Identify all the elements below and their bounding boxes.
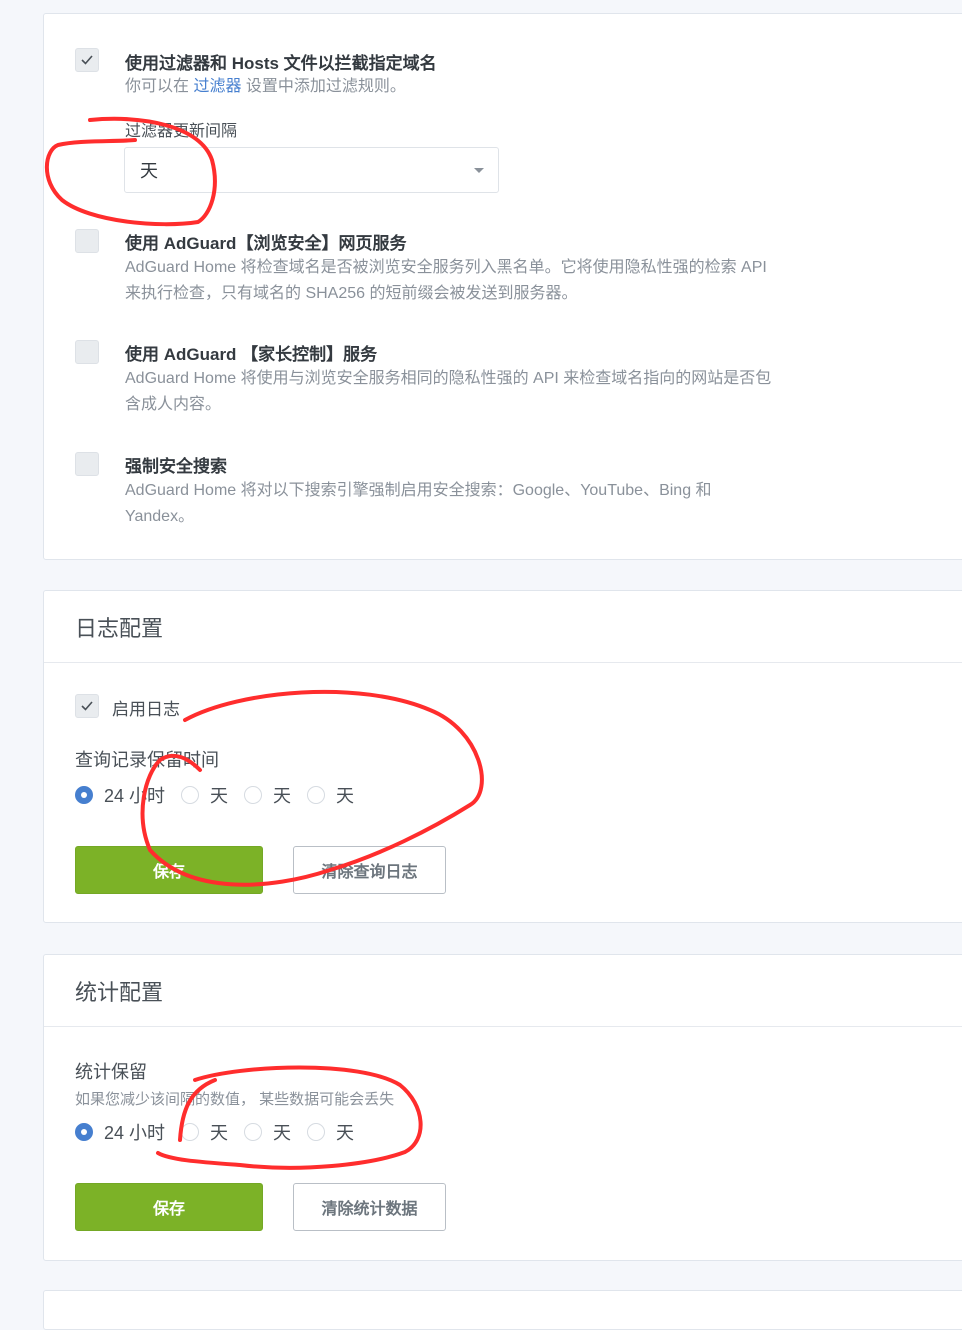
- radio-label: 天: [210, 786, 229, 806]
- filters-option-title: 使用过滤器和 Hosts 文件以拦截指定域名: [125, 54, 437, 73]
- stats-config-header: 统计配置: [44, 955, 962, 1027]
- radio-label: 天: [336, 1123, 355, 1143]
- log-retention-option-3[interactable]: 天: [244, 782, 291, 808]
- log-config-card: 日志配置 启用日志 查询记录保留时间 24 小时 天 天 天 保存 清除查询日志: [43, 590, 962, 923]
- log-retention-label: 查询记录保留时间: [75, 750, 219, 770]
- filtering-settings-card: 使用过滤器和 Hosts 文件以拦截指定域名 你可以在 过滤器 设置中添加过滤规…: [43, 13, 962, 560]
- stats-retention-note: 如果您减少该间隔的数值， 某些数据可能会丢失: [75, 1091, 395, 1108]
- safesearch-checkbox[interactable]: [75, 452, 99, 476]
- log-config-header: 日志配置: [44, 591, 962, 663]
- clear-stats-button[interactable]: 清除统计数据: [293, 1183, 446, 1231]
- update-interval-value: 天: [140, 161, 158, 181]
- radio-icon: [244, 786, 263, 804]
- stats-retention-label: 统计保留: [75, 1062, 147, 1082]
- parental-option-title: 使用 AdGuard 【家长控制】服务: [125, 345, 378, 364]
- radio-checked-icon: [75, 1123, 93, 1141]
- radio-label: 24 小时: [104, 786, 166, 806]
- stats-retention-radio-group: 24 小时 天 天 天: [75, 1119, 370, 1145]
- clear-query-log-button[interactable]: 清除查询日志: [293, 846, 446, 894]
- parental-checkbox[interactable]: [75, 340, 99, 364]
- enable-log-label: 启用日志: [112, 700, 180, 719]
- filters-option-desc: 你可以在 过滤器 设置中添加过滤规则。: [125, 74, 775, 100]
- stats-retention-option-2[interactable]: 天: [181, 1119, 228, 1145]
- filters-settings-link[interactable]: 过滤器: [193, 78, 241, 95]
- log-retention-radio-group: 24 小时 天 天 天: [75, 782, 370, 808]
- safebrowsing-option-desc: AdGuard Home 将检查域名是否被浏览安全服务列入黑名单。它将使用隐私性…: [125, 259, 767, 302]
- stats-config-card: 统计配置 统计保留 如果您减少该间隔的数值， 某些数据可能会丢失 24 小时 天…: [43, 954, 962, 1261]
- radio-checked-icon: [75, 786, 93, 804]
- next-card-edge: [43, 1290, 962, 1330]
- radio-icon: [307, 1123, 326, 1141]
- check-icon: [81, 55, 93, 65]
- log-save-button[interactable]: 保存: [75, 846, 263, 894]
- enable-log-checkbox[interactable]: [75, 694, 99, 718]
- radio-icon: [307, 786, 326, 804]
- parental-option-desc: AdGuard Home 将使用与浏览安全服务相同的隐私性强的 API 来检查域…: [125, 370, 772, 413]
- radio-label: 24 小时: [104, 1123, 166, 1143]
- safebrowsing-option-title: 使用 AdGuard【浏览安全】网页服务: [125, 234, 407, 253]
- radio-label: 天: [273, 786, 292, 806]
- log-retention-option-24h[interactable]: 24 小时: [75, 782, 165, 808]
- log-retention-option-2[interactable]: 天: [181, 782, 228, 808]
- radio-icon: [181, 786, 200, 804]
- safebrowsing-checkbox[interactable]: [75, 229, 99, 253]
- radio-icon: [244, 1123, 263, 1141]
- radio-label: 天: [210, 1123, 229, 1143]
- update-interval-select[interactable]: 天: [124, 147, 499, 193]
- filters-desc-suffix: 设置中添加过滤规则。: [241, 78, 406, 95]
- chevron-down-icon: [474, 168, 484, 173]
- filters-desc-prefix: 你可以在: [125, 78, 194, 95]
- radio-icon: [181, 1123, 200, 1141]
- safesearch-option-title: 强制安全搜索: [125, 457, 227, 476]
- update-interval-label: 过滤器更新间隔: [125, 123, 238, 140]
- stats-retention-option-3[interactable]: 天: [244, 1119, 291, 1145]
- radio-label: 天: [336, 786, 355, 806]
- radio-label: 天: [273, 1123, 292, 1143]
- safesearch-option-desc: AdGuard Home 将对以下搜索引擎强制启用安全搜索：Google、You…: [125, 482, 712, 525]
- stats-save-button[interactable]: 保存: [75, 1183, 263, 1231]
- stats-retention-option-4[interactable]: 天: [307, 1119, 354, 1145]
- check-icon: [81, 701, 93, 711]
- stats-retention-option-24h[interactable]: 24 小时: [75, 1119, 165, 1145]
- filters-checkbox[interactable]: [75, 48, 99, 72]
- log-retention-option-4[interactable]: 天: [307, 782, 354, 808]
